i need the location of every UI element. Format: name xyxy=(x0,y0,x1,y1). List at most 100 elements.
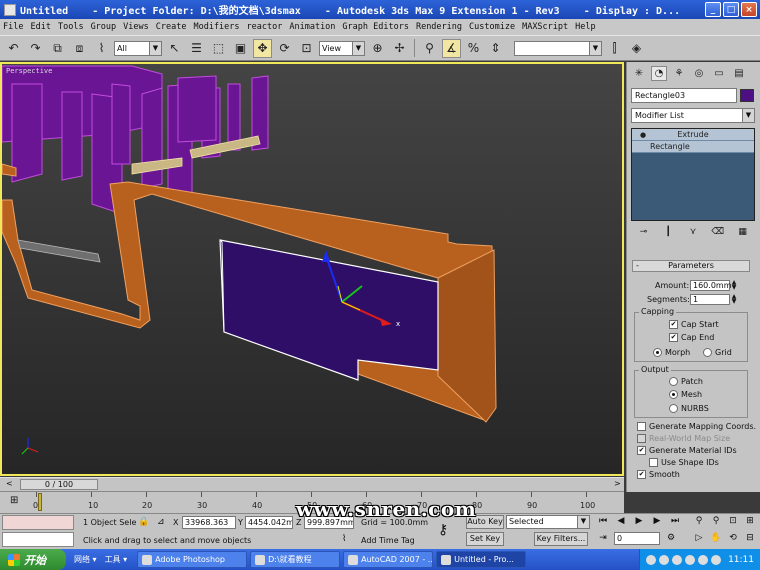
radio-icon[interactable] xyxy=(669,377,678,386)
mirror-icon[interactable]: ⫿ xyxy=(605,39,624,58)
window-crossing-icon[interactable]: ▣ xyxy=(231,39,250,58)
tray-icon[interactable] xyxy=(659,554,670,565)
smooth-checkbox[interactable]: ✔ Smooth xyxy=(637,470,680,479)
spinner-arrows-icon[interactable]: ▲ ▼ xyxy=(730,280,738,291)
remove-modifier-icon[interactable]: ⌫ xyxy=(711,227,725,240)
zoom-extents-icon[interactable]: ⊡ xyxy=(726,515,740,528)
zoom-icon[interactable]: ⚲ xyxy=(692,515,706,528)
show-end-result-icon[interactable]: ┃ xyxy=(661,227,675,240)
previous-frame-icon[interactable]: ◀ xyxy=(614,515,628,528)
tray-icon[interactable] xyxy=(646,554,657,565)
menu-file[interactable]: File xyxy=(3,22,23,32)
menu-tools[interactable]: Tools xyxy=(58,22,84,32)
play-icon[interactable]: ▶ xyxy=(632,515,646,528)
mesh-radio[interactable]: Mesh xyxy=(669,390,702,399)
viewport-label[interactable]: Perspective xyxy=(6,67,52,75)
menu-edit[interactable]: Edit xyxy=(30,22,50,32)
maximize-viewport-icon[interactable]: ⊟ xyxy=(743,532,757,545)
menu-animation[interactable]: Animation xyxy=(289,22,335,32)
patch-radio[interactable]: Patch xyxy=(669,377,703,386)
hierarchy-tab-icon[interactable]: ⚘ xyxy=(671,66,687,81)
3dsmax-app-icon[interactable] xyxy=(4,3,16,16)
x-coordinate-field[interactable]: 33968.363 xyxy=(182,516,236,529)
close-button[interactable]: × xyxy=(741,2,757,17)
menu-maxscript[interactable]: MAXScript xyxy=(522,22,568,32)
tray-icon[interactable] xyxy=(685,554,696,565)
parameters-rollout-header[interactable]: - Parameters xyxy=(632,260,750,272)
task-autocad[interactable]: AutoCAD 2007 - ... xyxy=(343,551,434,568)
configure-modifier-sets-icon[interactable]: ▦ xyxy=(736,227,750,240)
menu-graph-editors[interactable]: Graph Editors xyxy=(342,22,409,32)
make-unique-icon[interactable]: ⋎ xyxy=(686,227,700,240)
redo-icon[interactable]: ↷ xyxy=(26,39,45,58)
task-photoshop[interactable]: Adobe Photoshop xyxy=(137,551,248,568)
checkbox-checked-icon[interactable]: ✔ xyxy=(669,333,678,342)
radio-icon[interactable] xyxy=(669,404,678,413)
field-of-view-icon[interactable]: ▷ xyxy=(692,532,706,545)
radio-icon[interactable] xyxy=(703,348,712,357)
cap-start-checkbox[interactable]: ✔ Cap Start xyxy=(669,320,719,329)
zoom-extents-all-icon[interactable]: ⊞ xyxy=(743,515,757,528)
absolute-mode-icon[interactable]: ⊿ xyxy=(157,517,165,527)
menu-group[interactable]: Group xyxy=(91,22,117,32)
modifier-list-dropdown[interactable]: Modifier List ▼ xyxy=(631,108,755,123)
motion-tab-icon[interactable]: ◎ xyxy=(691,66,707,81)
start-button[interactable]: 开始 xyxy=(0,549,66,570)
spinner-snap-icon[interactable]: ⇕ xyxy=(486,39,505,58)
object-name-field[interactable]: Rectangle03 xyxy=(631,88,737,103)
amount-spinner[interactable]: 160.0mm ▲ ▼ xyxy=(690,280,736,291)
create-tab-icon[interactable]: ✳ xyxy=(631,66,647,81)
checkbox-checked-icon[interactable]: ✔ xyxy=(637,446,646,455)
go-to-end-icon[interactable]: ⏭ xyxy=(668,515,682,528)
utilities-tab-icon[interactable]: ▤ xyxy=(731,66,747,81)
key-mode-dropdown[interactable]: Selected ▼ xyxy=(506,515,590,529)
task-folder[interactable]: D:\就看教程 xyxy=(250,551,341,568)
use-shape-ids-checkbox[interactable]: Use Shape IDs xyxy=(649,458,719,467)
select-and-scale-icon[interactable]: ⊡ xyxy=(297,39,316,58)
checkbox-disabled-icon[interactable] xyxy=(637,434,646,443)
pivot-center-icon[interactable]: ⊕ xyxy=(368,39,387,58)
radio-selected-icon[interactable] xyxy=(669,390,678,399)
quicklaunch-network[interactable]: 网络 ▾ xyxy=(74,554,97,565)
menu-create[interactable]: Create xyxy=(156,22,187,32)
maxscript-listener-macro[interactable] xyxy=(2,515,74,530)
time-slider[interactable]: 0 / 100 xyxy=(20,479,98,490)
bind-space-warp-icon[interactable]: ⌇ xyxy=(92,39,111,58)
tray-icon[interactable] xyxy=(698,554,709,565)
pan-view-icon[interactable]: ✋ xyxy=(709,532,723,545)
checkbox-checked-icon[interactable]: ✔ xyxy=(669,320,678,329)
select-object-icon[interactable]: ↖ xyxy=(165,39,184,58)
cap-end-checkbox[interactable]: ✔ Cap End xyxy=(669,333,714,342)
grid-radio[interactable]: Grid xyxy=(703,348,732,357)
perspective-viewport[interactable]: x Perspective xyxy=(0,62,624,476)
rectangular-selection-icon[interactable]: ⬚ xyxy=(209,39,228,58)
align-icon[interactable]: ◈ xyxy=(627,39,646,58)
modify-tab-icon[interactable]: ◔ xyxy=(651,65,667,81)
nurbs-radio[interactable]: NURBS xyxy=(669,404,709,413)
go-to-start-icon[interactable]: ⏮ xyxy=(596,515,610,528)
segments-spinner[interactable]: 1 ▲ ▼ xyxy=(690,294,736,305)
prev-frame-arrow-icon[interactable]: < xyxy=(6,479,13,488)
pin-stack-icon[interactable]: ⊸ xyxy=(636,227,650,240)
gen-mapping-checkbox[interactable]: Generate Mapping Coords. xyxy=(637,422,756,431)
select-by-name-icon[interactable]: ☰ xyxy=(187,39,206,58)
display-tab-icon[interactable]: ▭ xyxy=(711,66,727,81)
select-and-move-icon[interactable]: ✥ xyxy=(253,38,272,58)
zoom-all-icon[interactable]: ⚲ xyxy=(709,515,723,528)
quicklaunch-tools[interactable]: 工具 ▾ xyxy=(105,554,128,565)
task-3dsmax[interactable]: Untitled - Pro... xyxy=(436,551,527,568)
next-frame-arrow-icon[interactable]: > xyxy=(614,479,621,488)
arc-rotate-icon[interactable]: ⟲ xyxy=(726,532,740,545)
menu-views[interactable]: Views xyxy=(123,22,149,32)
checkbox-icon[interactable] xyxy=(637,422,646,431)
stack-item-extrude[interactable]: ● Extrude xyxy=(632,129,754,141)
lock-selection-icon[interactable]: 🔒 xyxy=(138,517,149,527)
gen-material-ids-checkbox[interactable]: ✔ Generate Material IDs xyxy=(637,446,737,455)
snap-toggle-icon[interactable]: ⚲ xyxy=(420,39,439,58)
named-selection-sets-dropdown[interactable]: ▼ xyxy=(514,40,602,56)
maximize-button[interactable]: □ xyxy=(723,2,739,17)
real-world-map-checkbox[interactable]: Real-World Map Size xyxy=(637,434,730,443)
key-mode-toggle-icon[interactable]: ⇥ xyxy=(596,532,610,545)
morph-radio[interactable]: Morph xyxy=(653,348,690,357)
checkbox-checked-icon[interactable]: ✔ xyxy=(637,470,646,479)
